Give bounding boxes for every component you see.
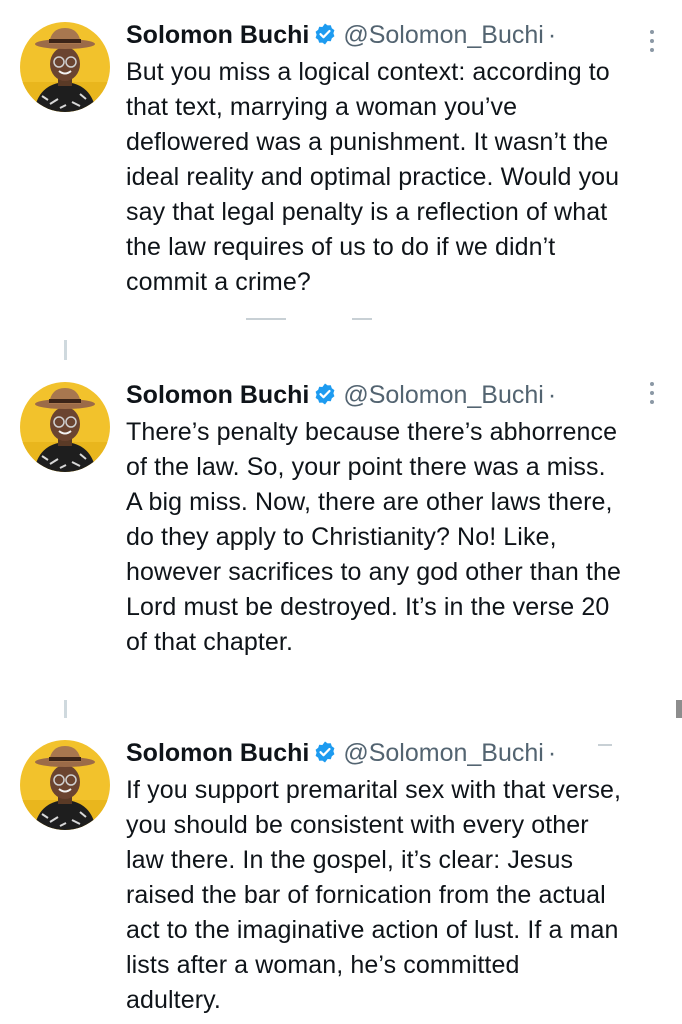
tweet-text-line: of that chapter. [126, 628, 293, 656]
tweet-text-line: raised the bar of fornication from the a… [126, 881, 606, 909]
author-handle[interactable]: @Solomon_Buchi [343, 381, 544, 409]
tweet-text-line: adultery. [126, 986, 221, 1014]
author-name[interactable]: Solomon Buchi [126, 381, 309, 409]
author-name[interactable]: Solomon Buchi [126, 739, 309, 767]
verified-badge-icon [313, 22, 337, 53]
verified-badge-icon [313, 740, 337, 771]
more-options-icon[interactable] [648, 30, 656, 56]
tweet-text-line: say that legal penalty is a reflection o… [126, 198, 608, 226]
tweet-text-line: however sacrifices to any god other than… [126, 558, 621, 586]
tweet-text-line: A big miss. Now, there are other laws th… [126, 488, 613, 516]
tweet-text-line: ideal reality and optimal practice. Woul… [126, 163, 620, 191]
tweet-header: Solomon Buchi @Solomon_Buchi · [126, 20, 556, 53]
tweet-3[interactable]: Solomon Buchi @Solomon_Buchi · If you supp… [0, 718, 682, 1024]
tweet-text: There’s penalty because there’s abhorren… [126, 415, 672, 660]
author-handle[interactable]: @Solomon_Buchi [343, 739, 544, 767]
tweet-1[interactable]: Solomon Buchi @Solomon_Buchi · But you mis… [0, 0, 682, 340]
tweet-header: Solomon Buchi @Solomon_Buchi · [126, 380, 556, 413]
tweet-text-line: act to the imaginative action of lust. I… [126, 916, 619, 944]
verified-badge-icon [313, 382, 337, 413]
tweet-header: Solomon Buchi @Solomon_Buchi · [126, 738, 556, 771]
profile-photo-icon [20, 740, 110, 830]
avatar[interactable] [20, 382, 110, 472]
tweet-2[interactable]: Solomon Buchi @Solomon_Buchi · There’s pen… [0, 360, 682, 700]
avatar[interactable] [20, 740, 110, 830]
profile-photo-icon [20, 22, 110, 112]
more-options-icon[interactable] [648, 382, 656, 408]
tweet-text: But you miss a logical context: accordin… [126, 55, 672, 300]
tweet-text-line: If you support premarital sex with that … [126, 776, 622, 804]
profile-photo-icon [20, 382, 110, 472]
tweet-text-line: commit a crime? [126, 268, 311, 296]
tweet-text-line: There’s penalty because there’s abhorren… [126, 418, 618, 446]
tweet-text-line: that text, marrying a woman you’ve [126, 93, 518, 121]
tweet-text-line: law there. In the gospel, it’s clear: Je… [126, 846, 574, 874]
separator-dot: · [547, 381, 557, 409]
tweet-text-line: do they apply to Christianity? No! Like, [126, 523, 557, 551]
author-name[interactable]: Solomon Buchi [126, 21, 309, 49]
tweet-text-line: you should be consistent with every othe… [126, 811, 589, 839]
tweet-text-line: lists after a woman, he’s committed [126, 951, 520, 979]
divider-fragment [246, 318, 286, 320]
tweet-text: If you support premarital sex with that … [126, 773, 672, 1018]
divider-fragment [352, 318, 372, 320]
more-options-fragment [598, 744, 612, 746]
separator-dot: · [547, 21, 557, 49]
tweet-text-line: deflowered was a punishment. It wasn’t t… [126, 128, 609, 156]
tweet-text-line: Lord must be destroyed. It’s in the vers… [126, 593, 610, 621]
tweet-text-line: the law requires of us to do if we didn’… [126, 233, 556, 261]
separator-dot: · [547, 739, 557, 767]
tweet-text-line: But you miss a logical context: accordin… [126, 58, 610, 86]
author-handle[interactable]: @Solomon_Buchi [343, 21, 544, 49]
tweet-text-line: of the law. So, your point there was a m… [126, 453, 606, 481]
avatar[interactable] [20, 22, 110, 112]
